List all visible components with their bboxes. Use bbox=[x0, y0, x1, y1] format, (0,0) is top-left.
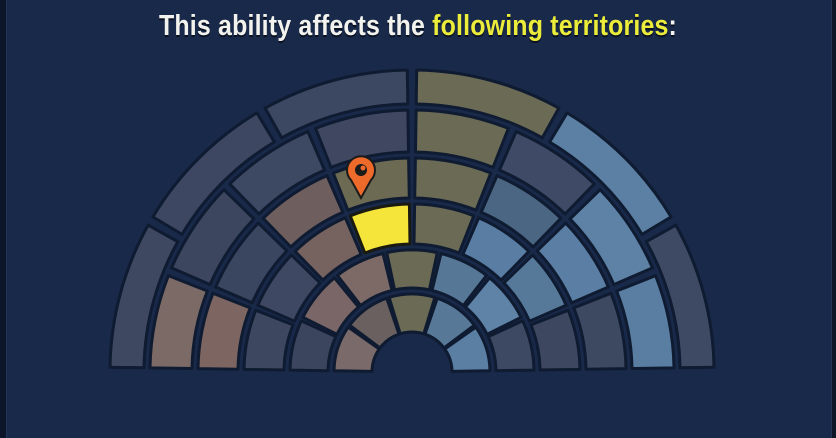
territory-map bbox=[108, 68, 716, 373]
territory-r2-s4[interactable] bbox=[385, 248, 439, 292]
game-screen: This ability affects the following terri… bbox=[0, 0, 836, 438]
territory-group bbox=[108, 68, 716, 373]
territory-r3-s8[interactable] bbox=[529, 308, 582, 372]
territory-r4-s5[interactable] bbox=[413, 156, 493, 212]
territory-r4-s8[interactable] bbox=[572, 291, 628, 371]
territory-r3-s5[interactable] bbox=[412, 202, 476, 255]
territory-r4-s1[interactable] bbox=[196, 291, 252, 371]
territory-r3-s4[interactable] bbox=[348, 202, 412, 255]
territory-r3-s1[interactable] bbox=[242, 308, 295, 372]
